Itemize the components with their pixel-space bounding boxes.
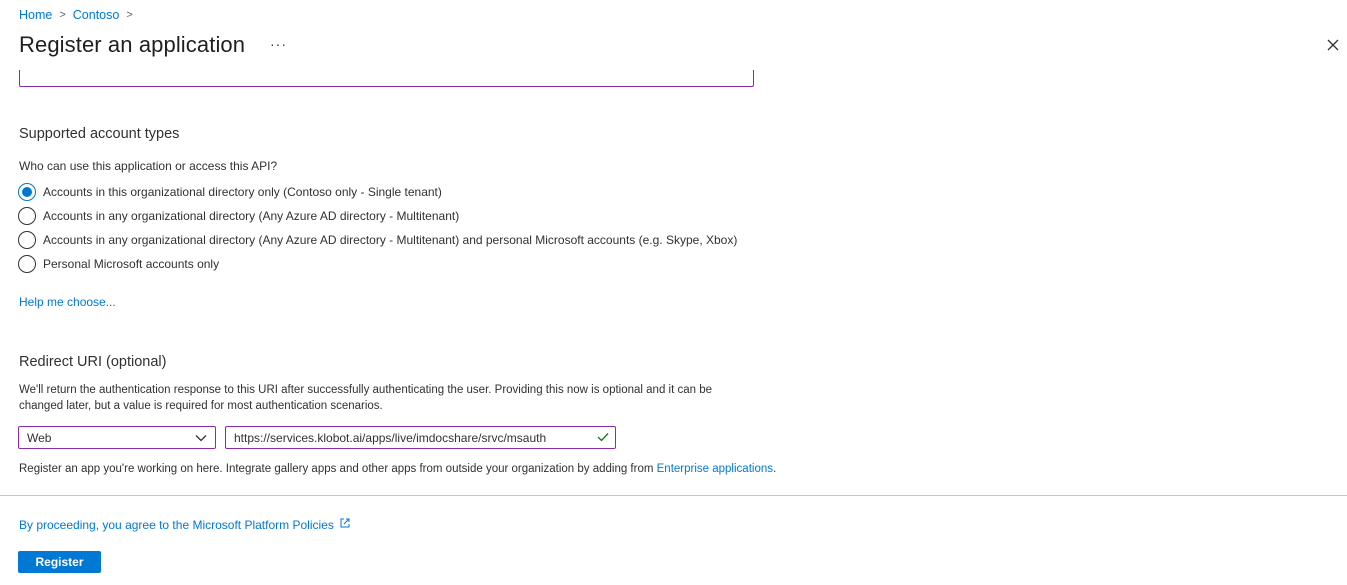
name-input[interactable]	[19, 70, 754, 87]
footer-divider	[0, 495, 1347, 496]
redirect-uri-input[interactable]: https://services.klobot.ai/apps/live/imd…	[225, 426, 616, 449]
platform-policies-link[interactable]: By proceeding, you agree to the Microsof…	[19, 518, 334, 532]
radio-personal-only[interactable]: Personal Microsoft accounts only	[18, 255, 219, 273]
radio-label: Accounts in any organizational directory…	[43, 209, 460, 223]
help-me-choose-link[interactable]: Help me choose...	[19, 295, 116, 309]
register-button[interactable]: Register	[18, 551, 101, 573]
register-note: Register an app you're working on here. …	[19, 463, 777, 475]
more-options-button[interactable]: ···	[270, 36, 287, 52]
policy-row: By proceeding, you agree to the Microsof…	[19, 517, 351, 532]
radio-unselected-icon	[18, 231, 36, 249]
radio-multitenant[interactable]: Accounts in any organizational directory…	[18, 207, 459, 225]
breadcrumb-home-link[interactable]: Home	[19, 8, 52, 22]
radio-unselected-icon	[18, 207, 36, 225]
chevron-down-icon	[195, 431, 207, 445]
external-link-icon	[339, 517, 351, 532]
radio-label: Personal Microsoft accounts only	[43, 257, 220, 271]
chevron-right-icon: >	[59, 9, 66, 21]
radio-label: Accounts in this organizational director…	[43, 185, 442, 199]
redirect-uri-heading: Redirect URI (optional)	[19, 354, 167, 370]
radio-label: Accounts in any organizational directory…	[43, 233, 738, 247]
radio-multitenant-personal[interactable]: Accounts in any organizational directory…	[18, 231, 737, 249]
redirect-uri-value: https://services.klobot.ai/apps/live/imd…	[234, 430, 547, 445]
enterprise-applications-link[interactable]: Enterprise applications	[657, 463, 773, 475]
platform-select-value: Web	[27, 430, 52, 445]
close-icon[interactable]	[1325, 37, 1341, 53]
radio-selected-icon	[18, 183, 36, 201]
redirect-uri-description: We'll return the authentication response…	[19, 384, 713, 412]
account-types-question: Who can use this application or access t…	[19, 159, 278, 173]
breadcrumb: Home > Contoso >	[19, 8, 140, 22]
account-types-heading: Supported account types	[19, 126, 180, 142]
radio-unselected-icon	[18, 255, 36, 273]
breadcrumb-contoso-link[interactable]: Contoso	[73, 8, 120, 22]
checkmark-icon	[597, 431, 609, 445]
chevron-right-icon: >	[126, 9, 133, 21]
platform-select[interactable]: Web	[18, 426, 216, 449]
radio-single-tenant[interactable]: Accounts in this organizational director…	[18, 183, 442, 201]
page-title: Register an application	[19, 32, 246, 57]
